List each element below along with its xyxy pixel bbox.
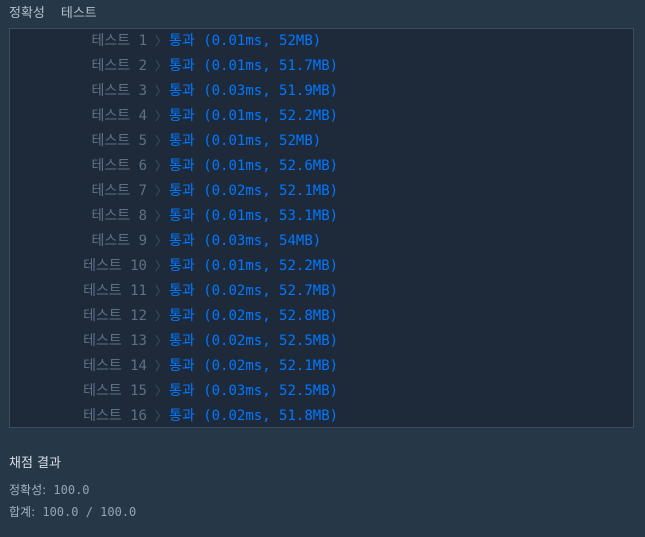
chevron-right-icon: 〉	[155, 234, 168, 248]
test-case-label: 테스트 16	[83, 408, 147, 424]
test-case-label: 테스트 2	[91, 58, 148, 74]
test-result-value: 통과 (0.01ms, 51.7MB)	[169, 58, 339, 74]
test-case-label: 테스트 13	[83, 333, 147, 349]
test-case-label: 테스트 7	[91, 183, 148, 199]
test-result-value: 통과 (0.01ms, 52.6MB)	[169, 158, 339, 174]
test-case-label: 테스트 14	[83, 358, 147, 374]
chevron-right-icon: 〉	[155, 259, 168, 273]
test-result-row[interactable]: 테스트 14 〉 통과 (0.02ms, 52.1MB)	[10, 354, 633, 379]
test-case-label: 테스트 10	[83, 258, 147, 274]
test-result-row[interactable]: 테스트 2 〉 통과 (0.01ms, 51.7MB)	[10, 54, 633, 79]
chevron-right-icon: 〉	[155, 209, 168, 223]
test-case-label: 테스트 15	[83, 383, 147, 399]
test-result-value: 통과 (0.02ms, 51.8MB)	[169, 408, 339, 424]
test-result-row[interactable]: 테스트 9 〉 통과 (0.03ms, 54MB)	[10, 229, 633, 254]
chevron-right-icon: 〉	[155, 34, 168, 48]
test-case-label: 테스트 8	[91, 208, 148, 224]
chevron-right-icon: 〉	[155, 284, 168, 298]
test-result-value: 통과 (0.03ms, 52.5MB)	[169, 383, 339, 399]
chevron-right-icon: 〉	[155, 359, 168, 373]
test-result-row[interactable]: 테스트 7 〉 통과 (0.02ms, 52.1MB)	[10, 179, 633, 204]
test-result-value: 통과 (0.02ms, 52.1MB)	[169, 358, 339, 374]
chevron-right-icon: 〉	[155, 134, 168, 148]
grading-result-title: 채점 결과	[9, 456, 61, 471]
test-result-value: 통과 (0.02ms, 52.7MB)	[169, 283, 339, 299]
chevron-right-icon: 〉	[155, 84, 168, 98]
accuracy-score-value: 100.0	[53, 483, 90, 497]
test-result-value: 통과 (0.02ms, 52.8MB)	[169, 308, 339, 324]
test-case-label: 테스트 4	[91, 108, 148, 124]
test-result-value: 통과 (0.02ms, 52.1MB)	[169, 183, 339, 199]
test-case-label: 테스트 11	[83, 283, 147, 299]
test-result-value: 통과 (0.03ms, 51.9MB)	[169, 83, 339, 99]
chevron-right-icon: 〉	[155, 184, 168, 198]
test-result-row[interactable]: 테스트 15 〉 통과 (0.03ms, 52.5MB)	[10, 379, 633, 404]
test-case-label: 테스트 9	[91, 233, 148, 249]
test-result-row[interactable]: 테스트 6 〉 통과 (0.01ms, 52.6MB)	[10, 154, 633, 179]
test-result-value: 통과 (0.01ms, 52.2MB)	[169, 258, 339, 274]
test-result-value: 통과 (0.01ms, 52MB)	[169, 33, 322, 49]
total-score-line: 합계: 100.0 / 100.0	[9, 503, 136, 520]
chevron-right-icon: 〉	[155, 409, 168, 423]
test-result-row[interactable]: 테스트 3 〉 통과 (0.03ms, 51.9MB)	[10, 79, 633, 104]
chevron-right-icon: 〉	[155, 334, 168, 348]
test-case-label: 테스트 6	[91, 158, 148, 174]
test-result-row[interactable]: 테스트 4 〉 통과 (0.01ms, 52.2MB)	[10, 104, 633, 129]
chevron-right-icon: 〉	[155, 384, 168, 398]
test-result-row[interactable]: 테스트 16 〉 통과 (0.02ms, 51.8MB)	[10, 404, 633, 429]
tab-accuracy[interactable]: 정확성	[9, 5, 45, 23]
test-case-label: 테스트 5	[91, 133, 148, 149]
tab-bar: 정확성 테스트	[9, 5, 97, 23]
test-result-row[interactable]: 테스트 11 〉 통과 (0.02ms, 52.7MB)	[10, 279, 633, 304]
test-results-panel: 테스트 1 〉 통과 (0.01ms, 52MB) 테스트 2 〉 통과 (0.01ms,…	[9, 28, 634, 428]
chevron-right-icon: 〉	[155, 59, 168, 73]
test-result-row[interactable]: 테스트 1 〉 통과 (0.01ms, 52MB)	[10, 29, 633, 54]
test-result-value: 통과 (0.01ms, 53.1MB)	[169, 208, 339, 224]
tab-test[interactable]: 테스트	[61, 5, 97, 23]
total-score-label: 합계:	[9, 505, 36, 519]
test-result-value: 통과 (0.01ms, 52MB)	[169, 133, 322, 149]
test-result-row[interactable]: 테스트 8 〉 통과 (0.01ms, 53.1MB)	[10, 204, 633, 229]
chevron-right-icon: 〉	[155, 309, 168, 323]
test-result-value: 통과 (0.03ms, 54MB)	[169, 233, 322, 249]
test-result-value: 통과 (0.01ms, 52.2MB)	[169, 108, 339, 124]
chevron-right-icon: 〉	[155, 109, 168, 123]
accuracy-score-label: 정확성:	[9, 483, 47, 497]
test-case-label: 테스트 3	[91, 83, 148, 99]
test-result-value: 통과 (0.02ms, 52.5MB)	[169, 333, 339, 349]
test-result-row[interactable]: 테스트 13 〉 통과 (0.02ms, 52.5MB)	[10, 329, 633, 354]
total-score-value: 100.0 / 100.0	[42, 505, 137, 519]
test-case-label: 테스트 1	[91, 33, 148, 49]
test-result-row[interactable]: 테스트 12 〉 통과 (0.02ms, 52.8MB)	[10, 304, 633, 329]
test-result-row[interactable]: 테스트 5 〉 통과 (0.01ms, 52MB)	[10, 129, 633, 154]
test-result-row[interactable]: 테스트 10 〉 통과 (0.01ms, 52.2MB)	[10, 254, 633, 279]
test-case-label: 테스트 12	[83, 308, 147, 324]
accuracy-score-line: 정확성: 100.0	[9, 481, 90, 498]
chevron-right-icon: 〉	[155, 159, 168, 173]
